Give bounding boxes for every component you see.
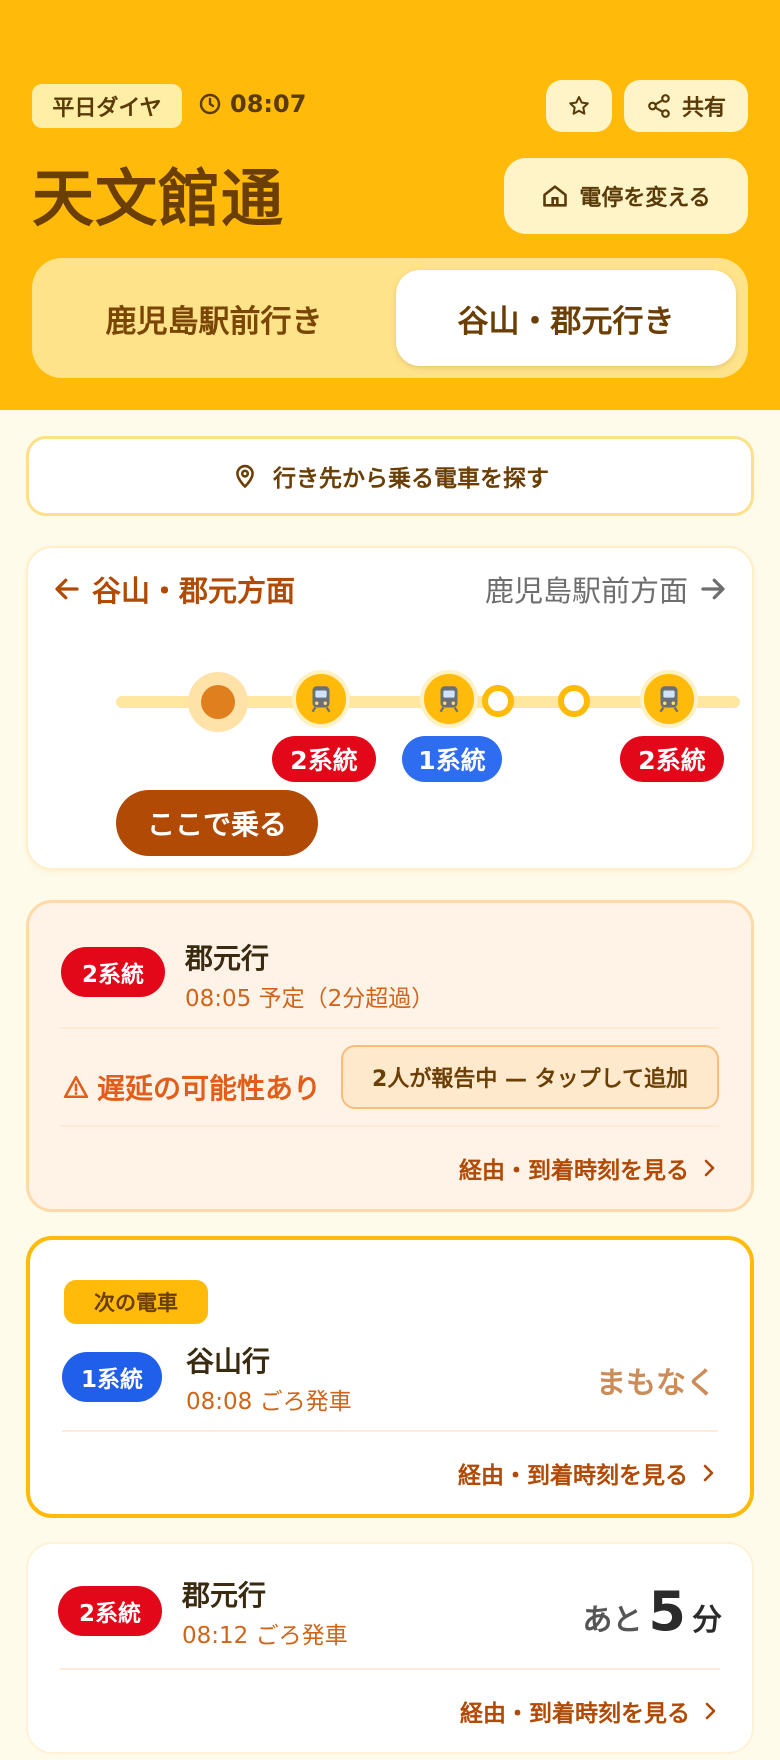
- tab-kagoshima-station[interactable]: 鹿児島駅前行き: [44, 270, 384, 366]
- detail-link[interactable]: 経由・到着時刻を見る: [459, 1151, 717, 1185]
- current-direction-label: 谷山・郡元方面: [92, 574, 296, 608]
- day-type-badge: 平日ダイヤ: [32, 84, 182, 128]
- chevron-right-icon: [705, 1702, 716, 1720]
- detail-link-label: 経由・到着時刻を見る: [460, 1701, 690, 1727]
- next-train-tag: 次の電車: [64, 1280, 208, 1324]
- current-direction[interactable]: 谷山・郡元方面: [52, 568, 295, 610]
- departure-card-delayed[interactable]: 2系統 郡元行 08:05 予定（2分超過） 遅延の可能性あり 2人が報告中 —…: [26, 900, 754, 1212]
- share-icon: [648, 94, 670, 118]
- arrow-left-icon: [55, 578, 79, 600]
- line-badge: 2系統: [58, 1586, 162, 1636]
- warning-icon: [63, 1075, 89, 1099]
- current-time-text: 08:07: [230, 90, 307, 118]
- share-button[interactable]: 共有: [624, 80, 748, 132]
- stop-name: 天文館通: [32, 162, 285, 235]
- destination: 郡元行: [182, 1579, 267, 1612]
- favorite-button[interactable]: [546, 80, 612, 132]
- tram-line-badge: 1系統: [402, 736, 502, 782]
- detail-link[interactable]: 経由・到着時刻を見る: [460, 1694, 718, 1728]
- chevron-right-icon: [703, 1464, 714, 1482]
- tab-taniyama-korimoto[interactable]: 谷山・郡元行き: [396, 270, 736, 366]
- clock-icon: [199, 93, 221, 115]
- train-icon: [311, 686, 331, 713]
- departure-time: 08:12 ごろ発車: [182, 1623, 348, 1649]
- detail-link-label: 経由・到着時刻を見る: [458, 1463, 688, 1489]
- tram-icon[interactable]: [292, 670, 350, 728]
- other-direction-link[interactable]: 鹿児島駅前方面: [485, 568, 728, 610]
- departure-card-next[interactable]: 次の電車 1系統 谷山行 08:08 ごろ発車 まもなく 経由・到着時刻を見る: [26, 1236, 754, 1518]
- star-icon: [569, 96, 589, 115]
- stop-marker: [482, 685, 514, 717]
- current-stop-dot: [201, 685, 235, 719]
- train-icon: [659, 686, 679, 713]
- destination-search-button[interactable]: 行き先から乗る電車を探す: [26, 436, 754, 516]
- detail-link[interactable]: 経由・到着時刻を見る: [458, 1456, 716, 1490]
- line-badge: 2系統: [61, 947, 165, 997]
- header: 平日ダイヤ 08:07 共有 天文館通 電停を変える 鹿児島駅前行き 谷山・郡元…: [0, 0, 780, 410]
- chevron-right-icon: [704, 1159, 715, 1177]
- destination: 郡元行: [185, 942, 270, 975]
- divider: [61, 1027, 719, 1029]
- current-stop-marker: [188, 672, 248, 732]
- remaining-unit: 分: [692, 1603, 722, 1638]
- report-delay-button[interactable]: 2人が報告中 — タップして追加: [341, 1045, 719, 1109]
- remaining-prefix: あと: [582, 1603, 643, 1638]
- other-direction-label: 鹿児島駅前方面: [484, 574, 688, 608]
- current-time: 08:07: [198, 90, 306, 118]
- tram-line-badge: 2系統: [620, 736, 724, 782]
- tram-icon[interactable]: [640, 670, 698, 728]
- delay-warning: 遅延の可能性あり: [63, 1067, 321, 1107]
- tram-line-badge: 2系統: [272, 736, 376, 782]
- share-label: 共有: [681, 96, 726, 121]
- departure-card[interactable]: 2系統 郡元行 08:12 ごろ発車 あと 5 分 経由・到着時刻を見る: [26, 1542, 754, 1754]
- change-stop-label: 電停を変える: [579, 186, 711, 211]
- departure-time: 08:08 ごろ発車: [186, 1389, 352, 1415]
- direction-tabs: 鹿児島駅前行き 谷山・郡元行き: [32, 258, 748, 378]
- board-here-button[interactable]: ここで乗る: [116, 790, 318, 856]
- divider: [60, 1668, 720, 1670]
- divider: [62, 1430, 718, 1432]
- location-pin-icon: [236, 464, 254, 489]
- delay-warning-text: 遅延の可能性あり: [97, 1072, 322, 1105]
- change-stop-button[interactable]: 電停を変える: [504, 158, 748, 234]
- divider: [61, 1125, 719, 1127]
- detail-link-label: 経由・到着時刻を見る: [459, 1158, 689, 1184]
- home-icon: [543, 185, 568, 207]
- arrow-right-icon: [701, 578, 725, 600]
- tram-icon[interactable]: [420, 670, 478, 728]
- destination: 谷山行: [186, 1345, 271, 1378]
- train-icon: [439, 686, 459, 713]
- remaining-minutes: 5: [648, 1580, 686, 1643]
- line-badge: 1系統: [62, 1352, 162, 1402]
- departure-time: 08:05 予定（2分超過）: [185, 986, 435, 1012]
- destination-search-label: 行き先から乗る電車を探す: [273, 466, 549, 492]
- departure-status: まもなく: [596, 1366, 716, 1401]
- route-map-card: 谷山・郡元方面 鹿児島駅前方面 2系統 1系統 2系統 ここで乗る: [26, 546, 754, 870]
- stop-marker: [558, 685, 590, 717]
- remaining-time: あと 5 分: [582, 1580, 722, 1643]
